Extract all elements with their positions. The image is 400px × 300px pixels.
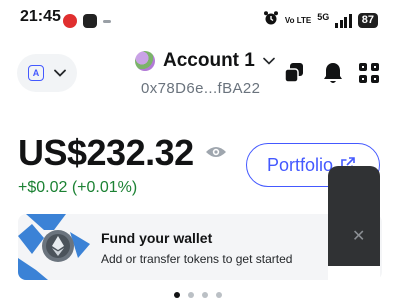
floating-overlay-bottom <box>328 266 380 300</box>
account-selector[interactable]: Account 1 <box>135 50 275 72</box>
network-selector[interactable]: A <box>17 54 77 92</box>
more-notifications-icon <box>103 20 111 23</box>
battery-icon: 87 <box>357 13 378 28</box>
volte-icon: Vo LTE <box>284 15 312 25</box>
signal-icon <box>335 13 352 28</box>
network-type: 5G <box>317 11 330 22</box>
avatar <box>135 51 155 71</box>
notification-app-icon <box>83 14 97 28</box>
card-title: Fund your wallet <box>101 230 213 246</box>
total-balance: US$232.32 <box>18 132 194 173</box>
account-name: Account 1 <box>163 50 255 71</box>
eye-icon[interactable] <box>205 145 227 164</box>
page-dot[interactable] <box>202 292 208 298</box>
carousel-pagination <box>174 292 222 298</box>
page-dot[interactable] <box>188 292 194 298</box>
status-time: 21:45 <box>20 8 61 25</box>
airtel-app-icon <box>63 14 77 28</box>
page-dot[interactable] <box>174 292 180 298</box>
portfolio-label: Portfolio <box>267 154 334 175</box>
balance-change: +$0.02 (+0.01%) <box>18 179 138 196</box>
chevron-down-icon <box>263 52 275 70</box>
alarm-icon <box>263 10 279 31</box>
scan-qr-icon[interactable] <box>356 60 382 86</box>
card-subtitle: Add or transfer tokens to get started <box>101 252 293 266</box>
status-icons: Vo LTE 5G 87 <box>263 10 378 31</box>
chevron-down-icon <box>54 64 66 82</box>
floating-overlay[interactable] <box>328 166 380 270</box>
page-dot[interactable] <box>216 292 222 298</box>
account-address[interactable]: 0x78D6e...fBA22 <box>141 80 260 97</box>
network-icon: A <box>28 65 44 81</box>
copy-icon[interactable] <box>281 60 307 86</box>
notification-bell-icon[interactable] <box>320 60 346 86</box>
fund-wallet-illustration-icon <box>18 214 90 280</box>
close-icon[interactable]: ✕ <box>352 226 365 246</box>
